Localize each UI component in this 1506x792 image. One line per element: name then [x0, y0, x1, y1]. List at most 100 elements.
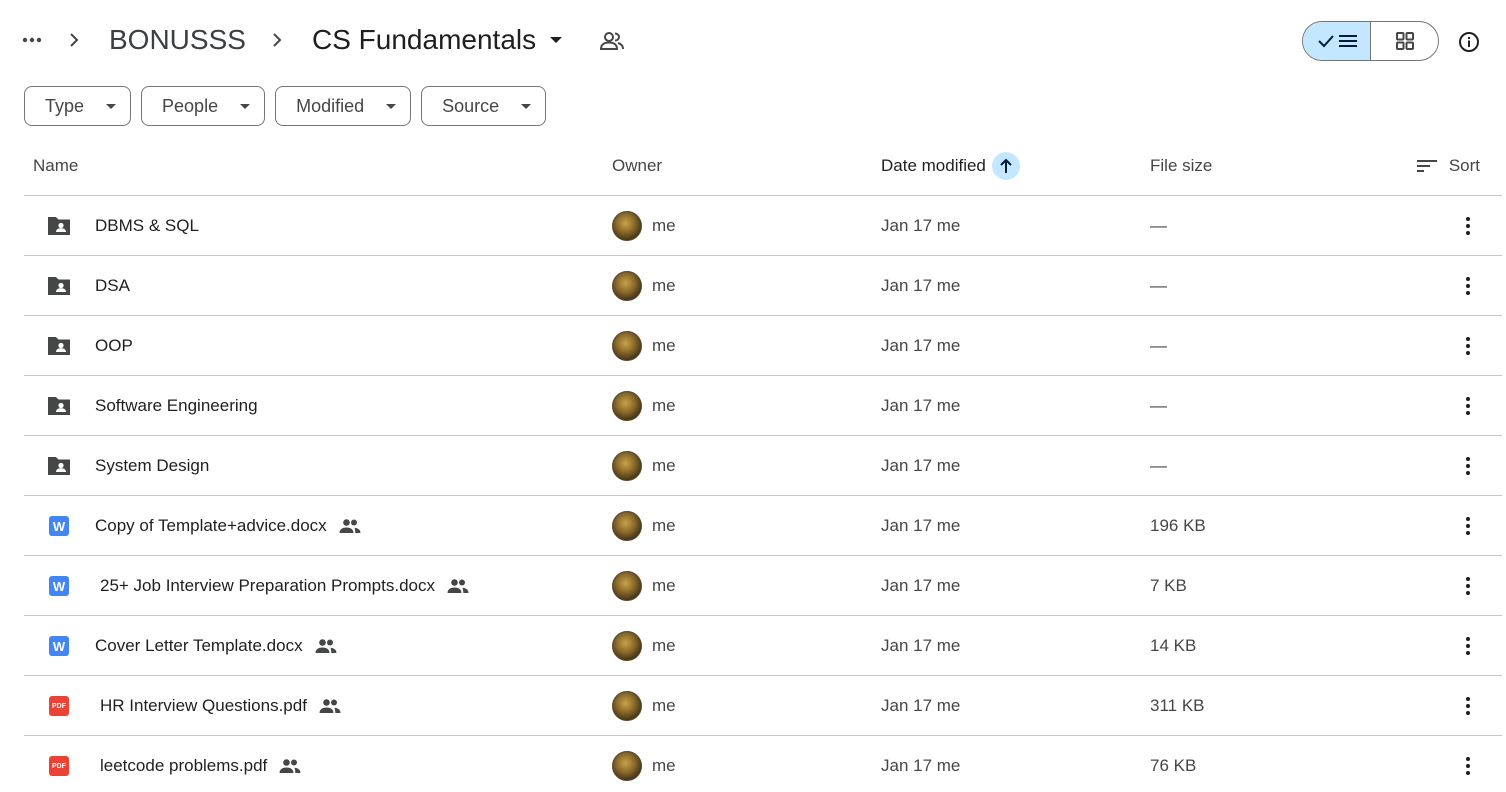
- owner-name: me: [652, 635, 676, 655]
- table-row[interactable]: DSA me Jan 17 me —: [24, 256, 1502, 316]
- owner-cell: me: [612, 316, 676, 375]
- more-actions-icon[interactable]: [1454, 692, 1482, 720]
- more-actions-icon[interactable]: [1454, 512, 1482, 540]
- more-actions-icon[interactable]: [1454, 212, 1482, 240]
- table-row[interactable]: OOP me Jan 17 me —: [24, 316, 1502, 376]
- column-header-date-modified[interactable]: Date modified: [881, 136, 1020, 195]
- avatar: [612, 630, 642, 661]
- file-name-cell: System Design: [95, 436, 209, 495]
- date-modified-cell: Jan 17 me: [881, 635, 961, 655]
- file-name: System Design: [95, 455, 210, 475]
- file-name-cell: Software Engineering: [95, 376, 258, 435]
- shared-folder-icon: [46, 394, 72, 418]
- table-row[interactable]: PDF leetcode problems.pdf me Jan 17 me 76 KB: [24, 736, 1502, 792]
- filter-type-chip[interactable]: Type: [24, 86, 132, 126]
- sort-button[interactable]: Sort: [1416, 136, 1480, 195]
- word-doc-icon: W: [46, 574, 72, 598]
- filter-source-chip[interactable]: Source: [421, 86, 547, 126]
- owner-cell: me: [612, 736, 676, 792]
- date-modified-cell: Jan 17 me: [881, 395, 961, 415]
- list-icon: [1338, 35, 1357, 47]
- sort-label: Sort: [1448, 155, 1480, 175]
- owner-name: me: [652, 395, 676, 415]
- file-name: Cover Letter Template.docx: [95, 635, 303, 655]
- table-row[interactable]: W Copy of Template+advice.docx me Jan 17 me…: [24, 496, 1502, 556]
- file-name: HR Interview Questions.pdf: [100, 695, 307, 715]
- column-header-owner: Owner: [612, 155, 663, 175]
- info-icon[interactable]: [1455, 28, 1483, 56]
- date-modified-cell: Jan 17 me: [881, 455, 961, 475]
- shared-people-icon: [279, 758, 301, 774]
- file-name-cell: 25+ Job Interview Preparation Prompts.do…: [100, 556, 469, 615]
- shared-people-icon: [339, 518, 361, 534]
- date-modified-cell: Jan 17 me: [881, 575, 961, 595]
- file-size-cell: —: [1150, 335, 1167, 355]
- shared-folder-icon: [46, 454, 72, 478]
- owner-name: me: [652, 695, 676, 715]
- view-toggle: [1302, 21, 1439, 61]
- more-actions-icon[interactable]: [1454, 392, 1482, 420]
- column-header-label: Date modified: [881, 155, 986, 175]
- table-row[interactable]: W Cover Letter Template.docx me Jan 17 me 14…: [24, 616, 1502, 676]
- more-actions-icon[interactable]: [1454, 272, 1482, 300]
- caret-down-icon: [521, 103, 532, 109]
- table-row[interactable]: System Design me Jan 17 me —: [24, 436, 1502, 496]
- file-size-cell: 7 KB: [1150, 575, 1187, 595]
- avatar: [612, 330, 642, 361]
- word-doc-icon: W: [46, 514, 72, 538]
- table-header: Name Owner Date modified File size Sort: [24, 136, 1502, 196]
- date-modified-cell: Jan 17 me: [881, 695, 961, 715]
- sort-icon: [1416, 159, 1437, 172]
- file-name: leetcode problems.pdf: [100, 755, 268, 775]
- avatar: [612, 390, 642, 421]
- owner-cell: me: [612, 676, 676, 735]
- owner-name: me: [652, 335, 676, 355]
- filter-label: People: [162, 95, 219, 116]
- owner-name: me: [652, 515, 676, 535]
- shared-folder-icon: [46, 214, 72, 238]
- more-breadcrumbs-icon[interactable]: [18, 26, 46, 54]
- column-header-name[interactable]: Name: [33, 136, 78, 195]
- file-size-cell: —: [1150, 215, 1167, 235]
- more-actions-icon[interactable]: [1454, 632, 1482, 660]
- header-bar: BONUSSS CS Fundamentals: [0, 0, 1506, 80]
- date-modified-cell: Jan 17 me: [881, 755, 961, 775]
- list-view-button[interactable]: [1303, 22, 1371, 60]
- breadcrumb-parent[interactable]: BONUSSS: [109, 20, 246, 60]
- file-name: OOP: [95, 335, 133, 355]
- file-name-cell: DSA: [95, 256, 130, 315]
- table-row[interactable]: PDF HR Interview Questions.pdf me Jan 17 me…: [24, 676, 1502, 736]
- owner-name: me: [652, 575, 676, 595]
- filter-label: Source: [442, 95, 500, 116]
- filter-modified-chip[interactable]: Modified: [275, 86, 412, 126]
- file-name-cell: DBMS & SQL: [95, 196, 199, 255]
- date-modified-cell: Jan 17 me: [881, 215, 961, 235]
- filter-people-chip[interactable]: People: [141, 86, 266, 126]
- breadcrumb-current-folder[interactable]: CS Fundamentals: [312, 20, 563, 60]
- avatar: [612, 750, 642, 781]
- file-list: DBMS & SQL me Jan 17 me — DSA me Jan 17 me — OOP…: [24, 196, 1502, 792]
- file-name-cell: Copy of Template+advice.docx: [95, 496, 361, 555]
- more-actions-icon[interactable]: [1454, 572, 1482, 600]
- date-modified-cell: Jan 17 me: [881, 335, 961, 355]
- pdf-icon: PDF: [46, 694, 72, 718]
- avatar: [612, 270, 642, 301]
- owner-cell: me: [612, 376, 676, 435]
- table-row[interactable]: Software Engineering me Jan 17 me —: [24, 376, 1502, 436]
- arrow-up-icon[interactable]: [991, 151, 1020, 180]
- pdf-icon: PDF: [46, 754, 72, 778]
- file-name-cell: Cover Letter Template.docx: [95, 616, 337, 675]
- avatar: [612, 450, 642, 481]
- date-modified-cell: Jan 17 me: [881, 275, 961, 295]
- more-actions-icon[interactable]: [1454, 452, 1482, 480]
- caret-down-icon: [240, 103, 251, 109]
- shared-people-icon: [598, 28, 626, 54]
- more-actions-icon[interactable]: [1454, 332, 1482, 360]
- file-size-cell: —: [1150, 275, 1167, 295]
- table-row[interactable]: W 25+ Job Interview Preparation Prompts.d…: [24, 556, 1502, 616]
- caret-down-icon: [386, 103, 397, 109]
- more-actions-icon[interactable]: [1454, 752, 1482, 780]
- table-row[interactable]: DBMS & SQL me Jan 17 me —: [24, 196, 1502, 256]
- avatar: [612, 510, 642, 541]
- grid-view-button[interactable]: [1371, 22, 1438, 60]
